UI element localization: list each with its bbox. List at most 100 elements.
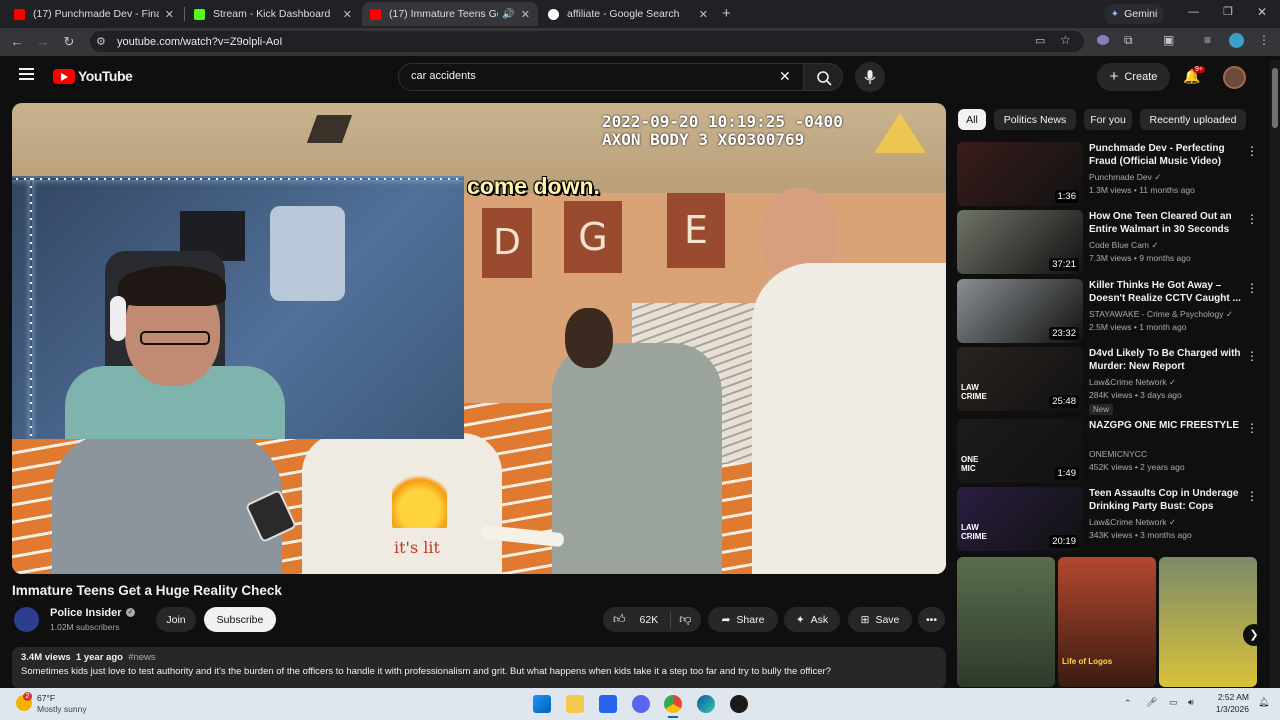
channel-name[interactable]: Police Insider	[50, 607, 122, 619]
video-player[interactable]: D G E it's lit 2022-09-20 10:19:25 -0400…	[12, 103, 946, 574]
site-info-icon[interactable]: ⚙	[96, 35, 106, 48]
more-options-icon[interactable]: ⋮	[1246, 489, 1258, 503]
recommendation-channel[interactable]: Code Blue Cam ✓	[1089, 240, 1159, 251]
search-button[interactable]	[803, 63, 843, 91]
video-thumbnail[interactable]: 1:36	[957, 142, 1083, 206]
microsoft-store-icon[interactable]	[599, 695, 617, 713]
subscribe-button[interactable]: Subscribe	[204, 607, 276, 632]
youtube-logo[interactable]: YouTube	[53, 68, 133, 84]
recommendation-item[interactable]: 23:32 Killer Thinks He Got Away – Doesn't…	[957, 279, 1262, 343]
app-icon[interactable]	[730, 695, 748, 713]
recommendation-item[interactable]: LAW CRIME 20:19 Teen Assaults Cop in Under…	[957, 487, 1262, 551]
edge-icon[interactable]	[697, 695, 715, 713]
restore-icon[interactable]: ❐	[1223, 5, 1233, 18]
menu-kebab-icon[interactable]: ⋮	[1258, 33, 1270, 47]
video-thumbnail[interactable]: 23:32	[957, 279, 1083, 343]
short-thumbnail[interactable]	[957, 557, 1055, 687]
chrome-icon[interactable]	[664, 695, 682, 713]
account-avatar[interactable]	[1223, 66, 1246, 89]
create-button[interactable]: + Create	[1097, 63, 1170, 91]
recommendation-channel[interactable]: STAYAWAKE - Crime & Psychology ✓	[1089, 309, 1233, 320]
ask-button[interactable]: ✦ Ask	[784, 607, 840, 632]
recommendation-item[interactable]: ONE MIC 1:49 NAZGPG ONE MIC FREESTYLE ONEMI…	[957, 419, 1262, 483]
video-thumbnail[interactable]: LAW CRIME 20:19	[957, 487, 1083, 551]
file-explorer-icon[interactable]	[566, 695, 584, 713]
network-icon[interactable]: ▭	[1169, 697, 1178, 708]
hamburger-menu-icon[interactable]	[19, 68, 34, 80]
recommendation-item[interactable]: LAW CRIME 25:48 D4vd Likely To Be Charged …	[957, 347, 1262, 415]
windows-start-icon[interactable]	[533, 695, 551, 713]
tab-google[interactable]: affiliate - Google Search ✕	[540, 2, 716, 26]
url-text[interactable]: youtube.com/watch?v=Z9olpli-AoI	[117, 36, 282, 48]
bookmark-star-icon[interactable]: ☆	[1060, 33, 1071, 47]
channel-avatar[interactable]	[14, 607, 39, 632]
clear-search-icon[interactable]: ✕	[779, 68, 791, 85]
tab-punchmade[interactable]: (17) Punchmade Dev - Financia ✕	[6, 2, 182, 26]
audio-playing-icon[interactable]: 🔊	[502, 9, 514, 20]
chip-for-you[interactable]: For you	[1084, 109, 1132, 130]
short-thumbnail[interactable]	[1159, 557, 1257, 687]
recommendation-item[interactable]: 37:21 How One Teen Cleared Out an Entire …	[957, 210, 1262, 274]
chip-recently-uploaded[interactable]: Recently uploaded	[1140, 109, 1246, 130]
discord-icon[interactable]	[632, 695, 650, 713]
recommendation-channel[interactable]: Law&Crime Network ✓	[1089, 517, 1176, 528]
clock-date[interactable]: 1/3/2026	[1209, 704, 1249, 714]
recommendation-title[interactable]: Killer Thinks He Got Away – Doesn't Real…	[1089, 279, 1247, 305]
new-tab-icon[interactable]: +	[722, 5, 731, 22]
side-panel-icon[interactable]: ▣	[1163, 33, 1174, 47]
recommendation-title[interactable]: Teen Assaults Cop in Underage Drinking P…	[1089, 487, 1247, 513]
tray-overflow-icon[interactable]: ⌃	[1124, 698, 1132, 709]
chip-all[interactable]: All	[958, 109, 986, 130]
voice-search-button[interactable]	[855, 62, 885, 92]
minimize-icon[interactable]: —	[1188, 6, 1199, 18]
more-actions-button[interactable]: •••	[918, 607, 945, 632]
microphone-tray-icon[interactable]: 🎤︎	[1146, 697, 1157, 708]
recommendation-channel[interactable]: ONEMICNYCC	[1089, 449, 1147, 459]
close-icon[interactable]: ✕	[699, 8, 708, 21]
more-options-icon[interactable]: ⋮	[1246, 212, 1258, 226]
recommendation-title[interactable]: NAZGPG ONE MIC FREESTYLE	[1089, 419, 1247, 432]
chip-politics-news[interactable]: Politics News	[994, 109, 1076, 130]
thumbs-down-icon[interactable]: 👎︎	[679, 612, 691, 627]
close-icon[interactable]: ✕	[343, 8, 352, 21]
share-button[interactable]: ➦ Share	[708, 607, 778, 632]
forward-icon[interactable]: →	[34, 33, 52, 51]
recommendation-title[interactable]: How One Teen Cleared Out an Entire Walma…	[1089, 210, 1247, 236]
recommendation-title[interactable]: Punchmade Dev - Perfecting Fraud (Offici…	[1089, 142, 1247, 168]
more-options-icon[interactable]: ⋮	[1246, 144, 1258, 158]
short-thumbnail[interactable]: Life of Logos	[1058, 557, 1156, 687]
weather-condition[interactable]: Mostly sunny	[37, 704, 87, 714]
weather-temp[interactable]: 67°F	[37, 693, 55, 703]
more-options-icon[interactable]: ⋮	[1246, 349, 1258, 363]
scrollbar-thumb[interactable]	[1272, 68, 1278, 128]
tab-kick[interactable]: Stream - Kick Dashboard ✕	[186, 2, 360, 26]
back-icon[interactable]: ←	[8, 33, 26, 51]
shorts-next-arrow-icon[interactable]: ❯	[1243, 624, 1265, 646]
recommendation-channel[interactable]: Punchmade Dev ✓	[1089, 172, 1161, 183]
close-icon[interactable]: ✕	[165, 8, 174, 21]
recommendation-channel[interactable]: Law&Crime Network ✓	[1089, 377, 1176, 388]
volume-icon[interactable]: 🔊︎	[1188, 697, 1194, 708]
close-icon[interactable]: ✕	[521, 8, 530, 21]
media-control-icon[interactable]: ≡	[1204, 33, 1211, 47]
recommendation-title[interactable]: D4vd Likely To Be Charged with Murder: N…	[1089, 347, 1247, 373]
tab-active-video[interactable]: (17) Immature Teens Get a H 🔊 ✕	[362, 2, 538, 26]
clock-time[interactable]: 2:52 AM	[1209, 692, 1249, 702]
more-options-icon[interactable]: ⋮	[1246, 421, 1258, 435]
hashtag-link[interactable]: #news	[128, 652, 155, 663]
extensions-puzzle-icon[interactable]: ⧉	[1124, 33, 1133, 48]
join-button[interactable]: Join	[156, 607, 196, 632]
window-close-icon[interactable]: ✕	[1257, 5, 1267, 19]
notification-center-icon[interactable]: 🔔︎	[1258, 697, 1269, 708]
more-options-icon[interactable]: ⋮	[1246, 281, 1258, 295]
thumbs-up-icon[interactable]: 👍︎	[613, 612, 626, 627]
video-thumbnail[interactable]: LAW CRIME 25:48	[957, 347, 1083, 411]
save-button[interactable]: ⊞ Save	[848, 607, 912, 632]
reload-icon[interactable]: ↻	[60, 33, 78, 51]
description-box[interactable]: 3.4M views 1 year ago #news Sometimes ki…	[12, 647, 946, 689]
gemini-button[interactable]: ✦ Gemini	[1104, 4, 1164, 24]
extension-icon[interactable]	[1097, 35, 1109, 45]
video-thumbnail[interactable]: ONE MIC 1:49	[957, 419, 1083, 483]
recommendation-item[interactable]: 1:36 Punchmade Dev - Perfecting Fraud (Of…	[957, 142, 1262, 206]
page-scrollbar[interactable]	[1270, 60, 1280, 688]
